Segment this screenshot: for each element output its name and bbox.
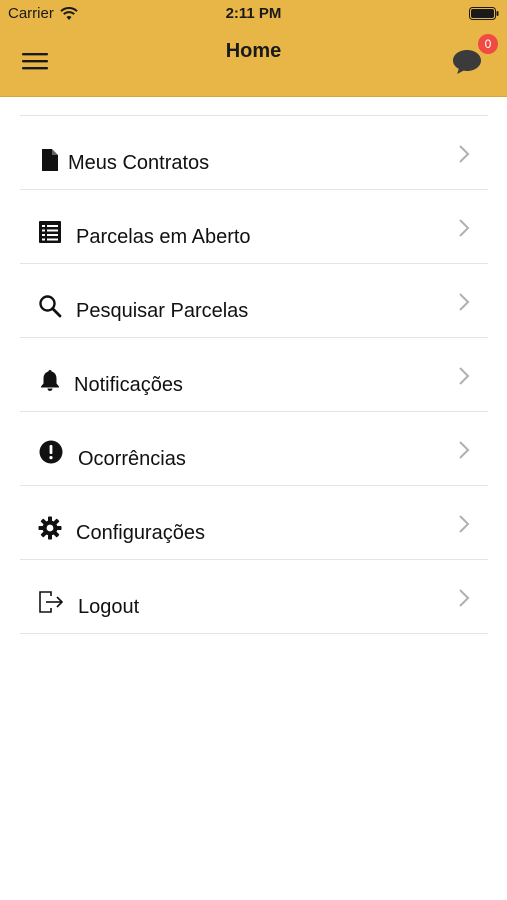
menu-item-ocorrencias[interactable]: Ocorrências xyxy=(20,412,488,486)
chevron-right-icon xyxy=(459,441,470,459)
app-header: Carrier 2:11 PM Home 0 xyxy=(0,0,507,97)
chevron-right-icon xyxy=(459,219,470,237)
menu-item-label: Configurações xyxy=(76,522,205,544)
search-icon xyxy=(39,295,62,318)
status-time: 2:11 PM xyxy=(225,5,282,22)
list-icon xyxy=(39,221,61,243)
notification-count-badge: 0 xyxy=(478,34,498,54)
menu-item-parcelas-em-aberto[interactable]: Parcelas em Aberto xyxy=(20,190,488,264)
menu-item-meus-contratos[interactable]: Meus Contratos xyxy=(20,116,488,190)
menu-item-label: Ocorrências xyxy=(78,448,186,470)
home-menu-list: Meus Contratos Parcelas em Aberto Pesqui… xyxy=(20,115,488,634)
chevron-right-icon xyxy=(459,589,470,607)
page-title: Home xyxy=(225,40,282,62)
logout-icon xyxy=(39,591,64,613)
status-bar: Carrier 2:11 PM xyxy=(0,0,507,28)
menu-item-label: Logout xyxy=(78,596,140,618)
chevron-right-icon xyxy=(459,293,470,311)
menu-item-label: Meus Contratos xyxy=(68,152,210,174)
battery-icon xyxy=(469,7,499,20)
document-icon xyxy=(42,149,58,171)
menu-item-notificacoes[interactable]: Notificações xyxy=(20,338,488,412)
bell-icon xyxy=(41,370,59,391)
menu-item-label: Parcelas em Aberto xyxy=(76,226,251,248)
menu-item-configuracoes[interactable]: Configurações xyxy=(20,486,488,560)
chevron-right-icon xyxy=(459,145,470,163)
menu-item-label: Notificações xyxy=(74,374,183,396)
chevron-right-icon xyxy=(459,367,470,385)
menu-item-logout[interactable]: Logout xyxy=(20,560,488,634)
menu-item-label: Pesquisar Parcelas xyxy=(76,300,249,322)
gear-icon xyxy=(38,516,62,540)
menu-item-pesquisar-parcelas[interactable]: Pesquisar Parcelas xyxy=(20,264,488,338)
chevron-right-icon xyxy=(459,515,470,533)
alert-icon xyxy=(39,440,63,464)
